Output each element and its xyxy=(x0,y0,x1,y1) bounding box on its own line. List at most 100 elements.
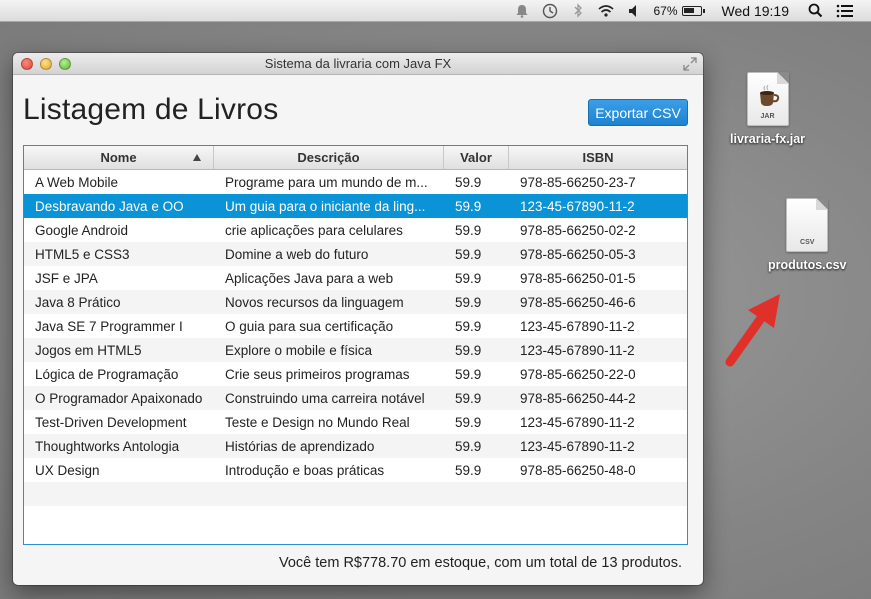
cell-valor: 59.9 xyxy=(455,342,482,358)
cell-descricao: Explore o mobile e física xyxy=(225,342,373,358)
desktop-file-label: livraria-fx.jar xyxy=(730,132,806,146)
cell-isbn: 978-85-66250-02-2 xyxy=(520,222,636,238)
app-window: Sistema da livraria com Java FX Listagem… xyxy=(13,53,703,585)
table-row[interactable]: Desbravando Java e OO Um guia para o inic… xyxy=(24,194,687,218)
cell-nome: Java 8 Prático xyxy=(35,294,121,310)
column-header-isbn[interactable]: ISBN xyxy=(509,146,687,169)
cell-valor: 59.9 xyxy=(455,462,482,478)
cell-nome: JSF e JPA xyxy=(35,270,98,286)
table-row[interactable]: Thoughtworks Antologia Histórias de apren… xyxy=(24,434,687,458)
desktop-file-csv[interactable]: CSV produtos.csv xyxy=(768,198,847,272)
table-row[interactable]: Test-Driven Development Teste e Design no… xyxy=(24,410,687,434)
cell-descricao: Novos recursos da linguagem xyxy=(225,294,404,310)
cell-descricao: Construindo uma carreira notável xyxy=(225,390,425,406)
minimize-button[interactable] xyxy=(40,58,52,70)
cell-descricao: Histórias de aprendizado xyxy=(225,438,375,454)
table-body: A Web Mobile Programe para um mundo de m.… xyxy=(24,170,687,530)
desktop-file-jar[interactable]: JAR livraria-fx.jar xyxy=(730,72,805,146)
cell-descricao: Teste e Design no Mundo Real xyxy=(225,414,410,430)
empty-table-row xyxy=(24,506,687,530)
cell-nome: A Web Mobile xyxy=(35,174,119,190)
table-header: Nome Descrição Valor ISBN xyxy=(24,146,687,170)
table-row[interactable]: Google Android crie aplicações para celul… xyxy=(24,218,687,242)
cell-isbn: 123-45-67890-11-2 xyxy=(520,318,635,334)
cell-descricao: Introdução e boas práticas xyxy=(225,462,385,478)
sort-ascending-icon xyxy=(193,154,201,161)
cell-isbn: 978-85-66250-46-6 xyxy=(520,294,636,310)
cell-valor: 59.9 xyxy=(455,366,482,382)
cell-descricao: Um guia para o iniciante da ling... xyxy=(225,198,426,214)
cell-nome: O Programador Apaixonado xyxy=(35,390,203,406)
csv-file-icon: CSV xyxy=(786,198,829,252)
cell-valor: 59.9 xyxy=(455,246,482,262)
export-csv-button[interactable]: Exportar CSV xyxy=(588,99,688,126)
time-machine-icon[interactable] xyxy=(536,0,564,22)
clock[interactable]: Wed 19:19 xyxy=(722,0,789,22)
table-row[interactable]: Lógica de Programação Crie seus primeiros… xyxy=(24,362,687,386)
cell-nome: Desbravando Java e OO xyxy=(35,198,184,214)
cell-isbn: 123-45-67890-11-2 xyxy=(520,198,635,214)
bluetooth-icon[interactable] xyxy=(564,0,592,22)
volume-icon[interactable] xyxy=(620,0,648,22)
cell-isbn: 123-45-67890-11-2 xyxy=(520,342,635,358)
cell-descricao: Programe para um mundo de m... xyxy=(225,174,428,190)
empty-table-row xyxy=(24,482,687,506)
cell-nome: Lógica de Programação xyxy=(35,366,179,382)
cell-valor: 59.9 xyxy=(455,222,482,238)
cell-nome: UX Design xyxy=(35,462,100,478)
red-arrow-annotation xyxy=(725,294,780,367)
cell-descricao: Aplicações Java para a web xyxy=(225,270,394,286)
cell-nome: Test-Driven Development xyxy=(35,414,187,430)
cell-descricao: Domine a web do futuro xyxy=(225,246,369,262)
cell-isbn: 978-85-66250-23-7 xyxy=(520,174,636,190)
window-title: Sistema da livraria com Java FX xyxy=(264,56,452,71)
cell-isbn: 978-85-66250-01-5 xyxy=(520,270,636,286)
cell-isbn: 978-85-66250-22-0 xyxy=(520,366,636,382)
cell-isbn: 123-45-67890-11-2 xyxy=(520,438,635,454)
column-header-descricao[interactable]: Descrição xyxy=(214,146,444,169)
column-header-valor[interactable]: Valor xyxy=(444,146,509,169)
notification-icon[interactable] xyxy=(508,0,536,22)
cell-nome: Java SE 7 Programmer I xyxy=(35,318,183,334)
table-row[interactable]: UX Design Introdução e boas práticas 59.9 9… xyxy=(24,458,687,482)
cell-valor: 59.9 xyxy=(455,294,482,310)
page-title: Listagem de Livros xyxy=(23,93,279,126)
cell-valor: 59.9 xyxy=(455,174,482,190)
fullscreen-icon[interactable] xyxy=(683,57,697,71)
column-header-nome[interactable]: Nome xyxy=(24,146,214,169)
zoom-button[interactable] xyxy=(59,58,71,70)
window-titlebar[interactable]: Sistema da livraria com Java FX xyxy=(13,53,703,75)
cell-valor: 59.9 xyxy=(455,414,482,430)
battery-percent: 67% xyxy=(653,3,678,18)
cell-nome: HTML5 e CSS3 xyxy=(35,246,130,262)
table-row[interactable]: HTML5 e CSS3 Domine a web do futuro 59.9 97… xyxy=(24,242,687,266)
table-row[interactable]: O Programador Apaixonado Construindo uma … xyxy=(24,386,687,410)
notification-center-icon[interactable] xyxy=(833,0,857,22)
cell-valor: 59.9 xyxy=(455,198,482,214)
close-button[interactable] xyxy=(21,58,33,70)
stock-summary: Você tem R$778.70 em estoque, com um tot… xyxy=(278,555,682,571)
cell-nome: Thoughtworks Antologia xyxy=(35,438,180,454)
books-table[interactable]: Nome Descrição Valor ISBN A Web Mobile Pr… xyxy=(23,145,688,545)
cell-valor: 59.9 xyxy=(455,318,482,334)
desktop-file-label: produtos.csv xyxy=(768,258,847,272)
cell-isbn: 123-45-67890-11-2 xyxy=(520,414,635,430)
cell-nome: Jogos em HTML5 xyxy=(35,342,142,358)
table-row[interactable]: Jogos em HTML5 Explore o mobile e física 5… xyxy=(24,338,687,362)
wifi-icon[interactable] xyxy=(592,0,620,22)
table-row[interactable]: A Web Mobile Programe para um mundo de m.… xyxy=(24,170,687,194)
table-row[interactable]: Java SE 7 Programmer I O guia para sua ce… xyxy=(24,314,687,338)
cell-isbn: 978-85-66250-05-3 xyxy=(520,246,636,262)
cell-isbn: 978-85-66250-44-2 xyxy=(520,390,636,406)
menu-bar: 67% Wed 19:19 xyxy=(0,0,871,22)
table-row[interactable]: JSF e JPA Aplicações Java para a web 59.9 9… xyxy=(24,266,687,290)
battery-icon[interactable] xyxy=(681,0,708,22)
cell-isbn: 978-85-66250-48-0 xyxy=(520,462,636,478)
cell-valor: 59.9 xyxy=(455,270,482,286)
table-row[interactable]: Java 8 Prático Novos recursos da linguage… xyxy=(24,290,687,314)
cell-valor: 59.9 xyxy=(455,438,482,454)
cell-valor: 59.9 xyxy=(455,390,482,406)
java-jar-file-icon: JAR xyxy=(746,72,789,126)
cell-descricao: crie aplicações para celulares xyxy=(225,222,403,238)
spotlight-search-icon[interactable] xyxy=(803,0,827,22)
